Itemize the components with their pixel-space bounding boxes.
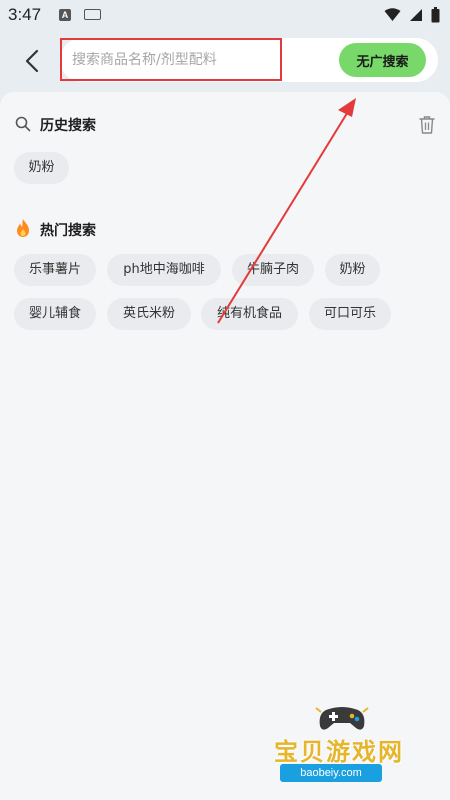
signal-icon bbox=[410, 9, 422, 21]
hot-chip[interactable]: 可口可乐 bbox=[309, 298, 391, 330]
search-header: 无广搜索 bbox=[0, 32, 450, 94]
hot-chip[interactable]: 英氏米粉 bbox=[107, 298, 191, 330]
status-bar: 3:47 A bbox=[0, 0, 450, 32]
hot-chip[interactable]: 婴儿辅食 bbox=[14, 298, 96, 330]
android-a-icon: A bbox=[59, 9, 71, 21]
gamepad-icon bbox=[315, 707, 369, 730]
search-box: 无广搜索 bbox=[60, 38, 438, 82]
history-chip[interactable]: 奶粉 bbox=[14, 152, 69, 184]
watermark-title: 宝贝游戏网 bbox=[274, 738, 404, 766]
search-input[interactable] bbox=[72, 48, 302, 72]
content-panel bbox=[0, 92, 450, 800]
keyboard-icon bbox=[84, 9, 101, 20]
hot-chip[interactable]: ph地中海咖啡 bbox=[107, 254, 221, 286]
battery-icon bbox=[431, 7, 440, 23]
watermark-url: baobeiy.com bbox=[280, 764, 382, 782]
history-title: 历史搜索 bbox=[40, 118, 96, 134]
trash-icon[interactable] bbox=[418, 115, 436, 135]
hot-chip[interactable]: 乐事薯片 bbox=[14, 254, 96, 286]
hot-chip[interactable]: 奶粉 bbox=[325, 254, 380, 286]
hot-chip[interactable]: 牛腩子肉 bbox=[232, 254, 314, 286]
back-arrow-icon[interactable] bbox=[22, 49, 44, 73]
search-icon bbox=[15, 116, 31, 132]
status-time: 3:47 bbox=[8, 5, 42, 24]
status-icons bbox=[384, 7, 440, 23]
hot-chip[interactable]: 纯有机食品 bbox=[201, 298, 298, 330]
search-button[interactable]: 无广搜索 bbox=[339, 43, 426, 77]
hot-title: 热门搜索 bbox=[40, 223, 96, 239]
watermark-logo: 宝贝游戏网 baobeiy.com bbox=[268, 700, 438, 790]
wifi-icon bbox=[384, 8, 401, 21]
fire-icon bbox=[17, 219, 29, 237]
